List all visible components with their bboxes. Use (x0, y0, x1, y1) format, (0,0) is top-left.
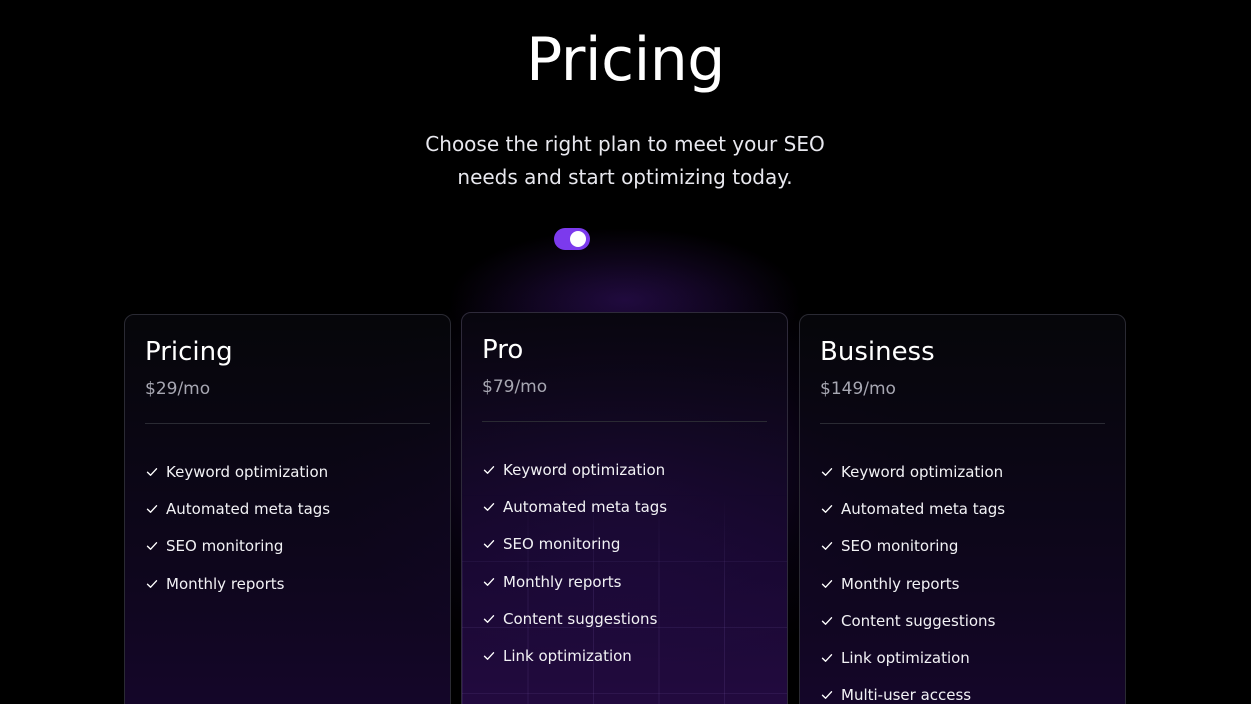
plan-card-business: Business $149/mo Keyword optimization Au… (799, 314, 1126, 704)
plan-name: Business (820, 337, 935, 367)
plan-price: $149/mo (820, 379, 896, 399)
card-divider (482, 421, 767, 422)
feature-label: Keyword optimization (841, 462, 1004, 481)
feature-label: Monthly reports (841, 574, 960, 593)
check-icon (821, 542, 833, 551)
check-icon (483, 652, 495, 661)
feature-label: Monthly reports (166, 574, 285, 593)
feature-item: SEO monitoring (145, 528, 330, 565)
check-icon (483, 465, 495, 474)
feature-item: Keyword optimization (145, 453, 330, 490)
feature-item: Monthly reports (820, 565, 1005, 602)
feature-list: Keyword optimization Automated meta tags… (482, 451, 667, 675)
check-icon (821, 616, 833, 625)
feature-item: Content suggestions (820, 602, 1005, 639)
feature-label: Link optimization (503, 647, 632, 666)
toggle-knob (570, 231, 586, 247)
feature-item: Automated meta tags (145, 490, 330, 527)
plan-card-pro: Pro $79/mo Keyword optimization Automate… (461, 312, 788, 704)
feature-item: Automated meta tags (482, 488, 667, 525)
check-icon (483, 614, 495, 623)
feature-label: Multi-user access (841, 686, 972, 704)
feature-item: SEO monitoring (482, 526, 667, 563)
feature-item: Monthly reports (145, 565, 330, 602)
feature-item: Automated meta tags (820, 490, 1005, 527)
feature-item: Multi-user access (820, 677, 1005, 704)
feature-item: Link optimization (482, 637, 667, 674)
billing-toggle[interactable] (554, 228, 590, 250)
check-icon (483, 503, 495, 511)
feature-item: Link optimization (820, 639, 1005, 676)
check-icon (821, 691, 833, 700)
feature-label: Keyword optimization (166, 462, 329, 481)
feature-item: Content suggestions (482, 600, 667, 637)
plan-price: $79/mo (482, 377, 548, 397)
feature-label: SEO monitoring (503, 535, 621, 554)
plan-name: Pricing (145, 337, 233, 367)
check-icon (146, 542, 158, 551)
feature-list: Keyword optimization Automated meta tags… (820, 453, 1005, 704)
feature-list: Keyword optimization Automated meta tags… (145, 453, 330, 602)
check-icon (821, 467, 833, 476)
plan-price: $29/mo (145, 379, 211, 399)
feature-label: SEO monitoring (166, 537, 284, 556)
check-icon (146, 467, 158, 476)
feature-label: Content suggestions (841, 611, 996, 630)
check-icon (146, 579, 158, 588)
check-icon (483, 577, 495, 586)
feature-item: Keyword optimization (820, 453, 1005, 490)
feature-item: Keyword optimization (482, 451, 667, 488)
card-divider (145, 423, 430, 424)
check-icon (483, 540, 495, 549)
page-title: Pricing (526, 25, 725, 95)
plan-card-pricing: Pricing $29/mo Keyword optimization Auto… (124, 314, 451, 704)
pricing-page: Pricing Choose the right plan to meet yo… (0, 0, 1251, 704)
feature-label: SEO monitoring (841, 537, 959, 556)
feature-label: Content suggestions (503, 609, 658, 628)
check-icon (821, 505, 833, 513)
feature-label: Automated meta tags (166, 499, 331, 518)
card-divider (820, 423, 1105, 424)
feature-label: Keyword optimization (503, 460, 666, 479)
check-icon (821, 579, 833, 588)
feature-label: Automated meta tags (503, 497, 668, 516)
feature-item: SEO monitoring (820, 528, 1005, 565)
feature-label: Automated meta tags (841, 499, 1006, 518)
check-icon (821, 654, 833, 663)
page-subtitle: Choose the right plan to meet your SEO n… (425, 132, 825, 189)
plan-name: Pro (482, 335, 524, 365)
feature-item: Monthly reports (482, 563, 667, 600)
check-icon (146, 505, 158, 513)
feature-label: Monthly reports (503, 572, 622, 591)
feature-label: Link optimization (841, 649, 970, 668)
